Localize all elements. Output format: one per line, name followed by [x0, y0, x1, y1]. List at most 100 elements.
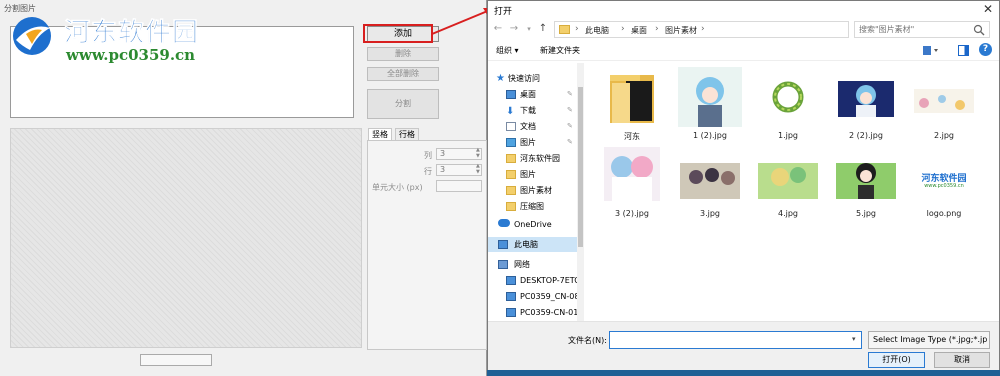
network-icon: [498, 260, 508, 269]
nav-label: 此电脑: [514, 240, 538, 249]
cols-label: 列: [424, 151, 432, 160]
navigation-row: ← → ▾ ↑ › 此电脑 › 桌面 › 图片素材 › ▾ ↻: [488, 20, 999, 40]
nav-label: 文档: [520, 122, 536, 131]
nav-folder-hedong[interactable]: 河东软件园: [488, 151, 578, 166]
file-type-select[interactable]: Select Image Type (*.jpg;*.jp: [868, 331, 990, 349]
folder-icon: [506, 186, 516, 195]
pin-icon: ✎: [567, 138, 573, 146]
nav-computer-1[interactable]: DESKTOP-7ETC: [488, 273, 580, 288]
logo-thumbnail-url: www.pc0359.cn: [924, 183, 964, 189]
nav-quick-access[interactable]: ★ 快速访问: [488, 71, 578, 86]
file-item[interactable]: 4.jpg: [748, 145, 828, 237]
file-name: 1.jpg: [777, 131, 798, 140]
cancel-button[interactable]: 取消: [934, 352, 990, 368]
nav-folder-compressed[interactable]: 压缩图: [488, 199, 578, 214]
folder-icon: [506, 202, 516, 211]
nav-network[interactable]: 网络: [488, 257, 578, 272]
nav-label: DESKTOP-7ETC: [520, 276, 580, 285]
nav-label: OneDrive: [514, 220, 552, 229]
breadcrumb-separator-icon: ›: [575, 24, 579, 34]
image-thumbnail: [680, 163, 740, 199]
logo-thumbnail: 河东软件园 www.pc0359.cn: [912, 145, 976, 205]
file-name: 3 (2).jpg: [615, 209, 649, 218]
search-icon[interactable]: [973, 24, 985, 36]
breadcrumb-desktop[interactable]: 桌面: [631, 25, 647, 36]
file-item[interactable]: 3.jpg: [670, 145, 750, 237]
recent-dropdown-icon[interactable]: ▾: [523, 25, 535, 33]
folder-icon: [506, 154, 516, 163]
nav-computer-2[interactable]: PC0359_CN-08: [488, 289, 580, 304]
nav-label: 下载: [520, 106, 536, 115]
split-button[interactable]: 分割: [367, 89, 439, 119]
file-name: 2.jpg: [933, 131, 954, 140]
address-bar[interactable]: › 此电脑 › 桌面 › 图片素材 › ▾ ↻: [554, 21, 912, 38]
cloud-icon: [498, 219, 510, 227]
file-grid: 河东 1 (2).jpg 1.jpg 2 (2).jpg 2.jpg 3 (2)…: [586, 63, 996, 321]
image-thumbnail: [678, 67, 742, 127]
image-thumbnail: [914, 89, 974, 113]
folder-icon: [610, 75, 654, 123]
nav-folder-image-assets[interactable]: 图片素材: [488, 183, 578, 198]
organize-button[interactable]: 组织 ▾: [496, 45, 519, 56]
breadcrumb-separator-icon: ›: [655, 24, 659, 34]
cell-size-input[interactable]: [436, 180, 482, 192]
computer-icon: [506, 308, 516, 317]
picture-icon: [506, 138, 516, 147]
help-icon[interactable]: ?: [979, 43, 992, 56]
view-options-icon[interactable]: [923, 45, 939, 56]
file-item[interactable]: 河东软件园 www.pc0359.cn logo.png: [904, 145, 984, 237]
open-file-dialog: 打开 ✕ ← → ▾ ↑ › 此电脑 › 桌面 › 图片素材 › ▾ ↻ 组织 …: [487, 0, 1000, 371]
back-arrow-icon[interactable]: ←: [492, 23, 504, 34]
forward-arrow-icon[interactable]: →: [508, 23, 520, 34]
breadcrumb-image-assets[interactable]: 图片素材: [665, 25, 697, 36]
nav-label: 图片素材: [520, 186, 552, 195]
nav-folder-pictures[interactable]: 图片: [488, 167, 578, 182]
taskbar: [487, 370, 1000, 376]
rows-spinner-icon[interactable]: ▲ ▼: [476, 163, 484, 175]
document-icon: [506, 122, 516, 131]
nav-label: 桌面: [520, 90, 536, 99]
close-icon[interactable]: ✕: [983, 2, 993, 16]
delete-all-button[interactable]: 全部删除: [367, 67, 439, 81]
nav-downloads[interactable]: ⬇ 下载 ✎: [488, 103, 578, 118]
file-item[interactable]: 5.jpg: [826, 145, 906, 237]
nav-desktop[interactable]: 桌面 ✎: [488, 87, 578, 102]
nav-label: 河东软件园: [520, 154, 560, 163]
nav-documents[interactable]: 文档 ✎: [488, 119, 578, 134]
file-name: 4.jpg: [777, 209, 798, 218]
nav-pictures[interactable]: 图片 ✎: [488, 135, 578, 150]
computer-icon: [506, 276, 516, 285]
delete-button[interactable]: 删除: [367, 47, 439, 61]
filename-label: 文件名(N):: [568, 336, 607, 345]
dialog-title: 打开: [494, 7, 513, 17]
dialog-titlebar: 打开 ✕: [488, 1, 999, 19]
search-box[interactable]: [854, 21, 990, 38]
nav-scrollbar-thumb[interactable]: [578, 87, 583, 247]
command-bar: 组织 ▾ 新建文件夹 ?: [488, 41, 999, 61]
image-preview: [10, 128, 362, 348]
file-item[interactable]: 3 (2).jpg: [592, 145, 672, 237]
breadcrumb-separator-icon: ›: [621, 24, 625, 34]
preview-pane-icon[interactable]: [958, 45, 969, 56]
up-arrow-icon[interactable]: ↑: [537, 23, 549, 34]
nav-label: 网络: [514, 260, 530, 269]
nav-label: PC0359_CN-08: [520, 292, 580, 301]
open-button[interactable]: 打开(O): [868, 352, 925, 368]
search-input[interactable]: [859, 24, 967, 35]
filename-dropdown-icon[interactable]: ▾: [852, 335, 856, 343]
new-folder-button[interactable]: 新建文件夹: [540, 45, 580, 56]
breadcrumb-this-pc[interactable]: 此电脑: [585, 25, 609, 36]
nav-onedrive[interactable]: OneDrive: [488, 217, 578, 232]
nav-label: 快速访问: [508, 74, 540, 83]
nav-label: 压缩图: [520, 202, 544, 211]
cols-spinner-icon[interactable]: ▲ ▼: [476, 147, 484, 159]
nav-label: 图片: [520, 170, 536, 179]
desktop-icon: [506, 90, 516, 99]
watermark-url: www.pc0359.cn: [66, 46, 196, 64]
nav-computer-3[interactable]: PC0359-CN-01: [488, 305, 578, 320]
nav-this-pc[interactable]: 此电脑: [488, 237, 578, 252]
filename-input[interactable]: [609, 331, 862, 349]
app-title: 分割图片: [4, 4, 36, 13]
image-thumbnail: [756, 81, 820, 115]
folder-icon: [559, 25, 570, 34]
